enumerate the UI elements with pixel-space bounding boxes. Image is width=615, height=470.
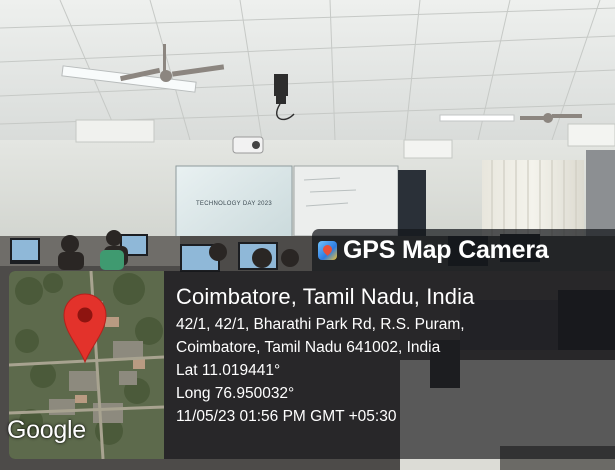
gps-map-camera-badge: GPS Map Camera [312,229,615,271]
timestamp-line: 11/05/23 01:56 PM GMT +05:30 [176,408,397,425]
google-logo: Google [7,416,86,444]
city-line: Coimbatore, Tamil Nadu, India [176,284,475,309]
projector-slide-text: TECHNOLOGY DAY 2023 [195,201,273,207]
longitude-line: Long 76.950032° [176,385,295,402]
address-line-1: 42/1, 42/1, Bharathi Park Rd, R.S. Puram… [176,316,465,333]
map-pin-icon [63,293,107,364]
latitude-line: Lat 11.019441° [176,362,281,379]
gps-map-camera-icon [318,240,337,260]
address-line-2: Coimbatore, Tamil Nadu 641002, India [176,339,441,356]
location-text: Coimbatore, Tamil Nadu, India 42/1, 42/1… [176,284,474,428]
app-title: GPS Map Camera [343,235,549,264]
